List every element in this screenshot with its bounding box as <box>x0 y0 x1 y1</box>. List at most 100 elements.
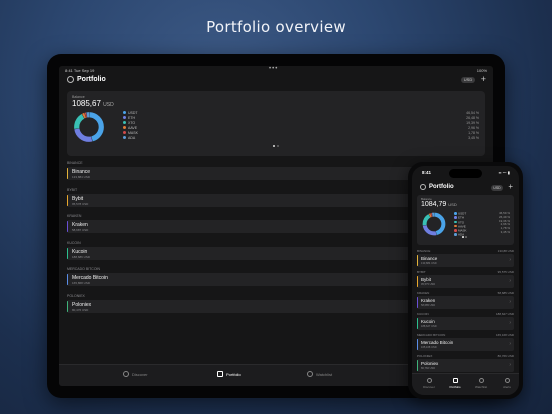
exchange-color-bar <box>417 360 419 371</box>
exchange-color-bar <box>67 221 69 232</box>
profile-icon[interactable] <box>420 184 426 190</box>
tab-portfolio[interactable]: Portfolio <box>444 378 466 389</box>
add-icon[interactable]: + <box>481 74 486 84</box>
exchange-value: 188,686 USD <box>72 254 91 259</box>
phone-tab-bar: Discover Portfolio Watchlist Alerts <box>412 373 519 395</box>
exchange-value: 80,476 USD <box>72 307 89 312</box>
compass-icon <box>123 371 129 377</box>
legend-dot <box>454 229 457 232</box>
exchange-value: 165,168 USD <box>421 346 437 349</box>
exchange-color-bar <box>67 300 69 312</box>
exchange-group: KRAKEN 58,685 USD Kraken 58,685 USD › <box>417 290 514 309</box>
exchange-name: Bybit <box>421 277 432 282</box>
exchange-group: MERCADO BITCOIN 165,168 USD Mercado Bitcoi… <box>417 332 514 351</box>
chart-icon <box>307 371 313 377</box>
exchange-value: 58,685 USD <box>421 304 436 307</box>
legend-dot <box>454 224 457 228</box>
exchange-card[interactable]: Bybit 95,575 USD › <box>417 275 514 288</box>
tab-discover[interactable]: Discover <box>418 378 440 389</box>
exchange-value: 80,766 USD <box>421 367 436 370</box>
phone-screen: 8:41 ▪▪ 〜 ▮ Portfolio USD + Balance 1084… <box>412 166 519 395</box>
exchange-value: 165,868 USD <box>72 281 91 285</box>
allocation-legend: USDT ETH XTO AAVE MASK ADA <box>123 111 138 141</box>
legend-pct-ada: 3,45 % <box>500 229 510 234</box>
exchange-name: Kraken <box>421 298 436 303</box>
dynamic-island <box>449 169 482 178</box>
legend-pct-ada: 3,45 % <box>468 136 479 140</box>
headline: Portfolio overview <box>206 18 346 36</box>
legend-item-ada: ADA <box>123 136 138 141</box>
add-icon[interactable]: + <box>508 182 513 191</box>
exchange-value: 133,884 USD <box>421 262 437 265</box>
multitask-dots[interactable]: ••• <box>269 66 278 72</box>
phone-page-title: Portfolio <box>420 184 454 190</box>
tab-watchlist[interactable]: Watchlist <box>470 378 492 389</box>
exchange-card[interactable]: Poloniex 80,766 USD › <box>417 359 514 372</box>
tab-discover[interactable]: Discover <box>123 371 148 377</box>
legend-dot <box>123 111 126 114</box>
chevron-right-icon: › <box>509 320 511 326</box>
exchange-card[interactable]: Mercado Bitcoin 165,168 USD › <box>417 338 514 351</box>
page-title: Portfolio <box>67 76 106 83</box>
profile-icon[interactable] <box>67 76 74 83</box>
allocation-percentages: 46,59 % 26,49 % 19,36 % 2,96 % 1,78 % 3,45 % <box>499 211 510 235</box>
portfolio-summary-card[interactable]: Balance 1085,67 USD USDT ETH XTO AAVE MASK AD… <box>67 91 485 156</box>
phone-status-icons: ▪▪ 〜 ▮ <box>498 170 510 175</box>
legend-dot <box>454 212 457 215</box>
status-battery: 100% <box>476 68 487 73</box>
tab-watchlist[interactable]: Watchlist <box>307 371 332 377</box>
exchange-value: 133,884 USD <box>72 175 91 179</box>
bell-icon <box>504 378 510 383</box>
chevron-right-icon: › <box>509 362 511 368</box>
tab-alerts[interactable]: Alerts <box>496 378 518 389</box>
chevron-right-icon: › <box>509 278 511 284</box>
exchange-color-bar <box>67 194 69 206</box>
exchange-name: Kucoin <box>421 319 435 324</box>
exchange-color-bar <box>67 168 69 179</box>
exchange-value: 95,575 USD <box>421 283 436 286</box>
exchange-group: POLONIEX 80,766 USD Poloniex 80,766 USD › <box>417 353 514 372</box>
exchange-color-bar <box>417 339 419 350</box>
allocation-percentages: 46,54 % 26,48 % 19,39 % 2,96 % 1,78 % 3,45 % <box>466 111 479 141</box>
page-indicator[interactable] <box>462 225 468 243</box>
exchange-card[interactable]: Kucoin 188,627 USD › <box>417 317 514 330</box>
exchange-color-bar <box>67 274 69 285</box>
exchange-color-bar <box>417 255 419 266</box>
legend-dot <box>123 121 126 124</box>
exchange-color-bar <box>417 318 419 329</box>
exchange-color-bar <box>417 276 419 287</box>
exchange-group: KUCOIN 188,627 USD Kucoin 188,627 USD › <box>417 311 514 330</box>
allocation-donut-chart <box>422 212 446 236</box>
chevron-right-icon: › <box>509 341 511 347</box>
briefcase-icon <box>217 371 223 377</box>
phone-device: 8:41 ▪▪ 〜 ▮ Portfolio USD + Balance 1084… <box>408 162 523 399</box>
legend-dot <box>454 233 457 236</box>
page-indicator[interactable] <box>272 134 280 152</box>
tab-portfolio[interactable]: Portfolio <box>217 371 241 377</box>
exchange-color-bar <box>67 247 69 259</box>
phone-status-time: 8:41 <box>422 170 432 175</box>
exchange-value: 188,627 USD <box>421 325 437 328</box>
chart-icon <box>478 378 484 383</box>
phone-currency-selector[interactable]: USD <box>491 185 503 191</box>
status-time: 8:41 Tue Sep 19 <box>65 68 95 73</box>
allocation-donut-chart <box>74 112 104 142</box>
compass-icon <box>426 378 432 383</box>
exchange-name: Mercado Bitcoin <box>421 340 454 345</box>
legend-dot <box>454 216 457 219</box>
exchange-value: 58,687 USD <box>72 228 89 232</box>
legend-dot <box>123 126 126 129</box>
exchange-name: Poloniex <box>421 361 439 366</box>
legend-dot <box>123 116 126 119</box>
legend-dot <box>123 136 126 139</box>
balance-value: 1085,67 USD <box>72 99 114 108</box>
phone-portfolio-summary-card[interactable]: Balance 1084,79 USD USDT ETH XTO AAVE MASK AD… <box>417 195 514 245</box>
legend-dot <box>123 131 126 134</box>
chevron-right-icon: › <box>509 257 511 263</box>
exchange-value: 95,578 USD <box>72 201 89 206</box>
balance-value: 1084,79 USD <box>421 201 457 208</box>
exchange-group: BYBIT 95,575 USD Bybit 95,575 USD › <box>417 269 514 288</box>
currency-selector[interactable]: USD <box>461 77 475 83</box>
exchange-card[interactable]: Kraken 58,685 USD › <box>417 296 514 309</box>
exchange-card[interactable]: Binance 133,884 USD › <box>417 254 514 267</box>
